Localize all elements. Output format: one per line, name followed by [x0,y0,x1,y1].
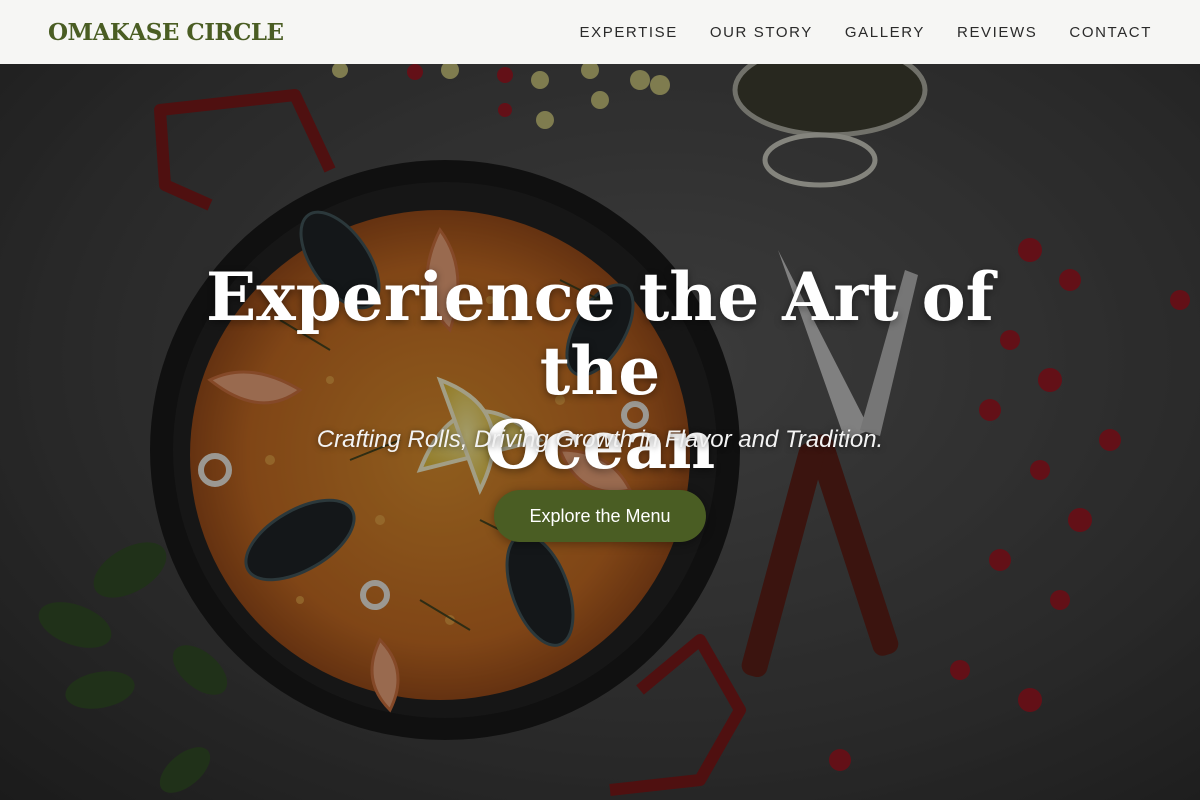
nav-link-expertise[interactable]: EXPERTISE [580,24,678,41]
explore-menu-button[interactable]: Explore the Menu [494,490,706,542]
page: OMAKASE CIRCLE EXPERTISE OUR STORY GALLE… [0,0,1200,800]
nav-link-contact[interactable]: CONTACT [1069,24,1152,41]
site-header: OMAKASE CIRCLE EXPERTISE OUR STORY GALLE… [0,0,1200,64]
nav-link-our-story[interactable]: OUR STORY [710,24,813,41]
nav-link-reviews[interactable]: REVIEWS [957,24,1037,41]
hero-title-line-1: Experience the Art of the [205,258,995,410]
hero-section: Experience the Art of the Ocean Crafting… [0,0,1200,800]
brand-logo[interactable]: OMAKASE CIRCLE [48,19,284,46]
hero-subtitle: Crafting Rolls, Driving Growth in Flavor… [316,426,884,453]
main-nav: EXPERTISE OUR STORY GALLERY REVIEWS CONT… [548,24,1152,41]
nav-link-gallery[interactable]: GALLERY [845,24,925,41]
